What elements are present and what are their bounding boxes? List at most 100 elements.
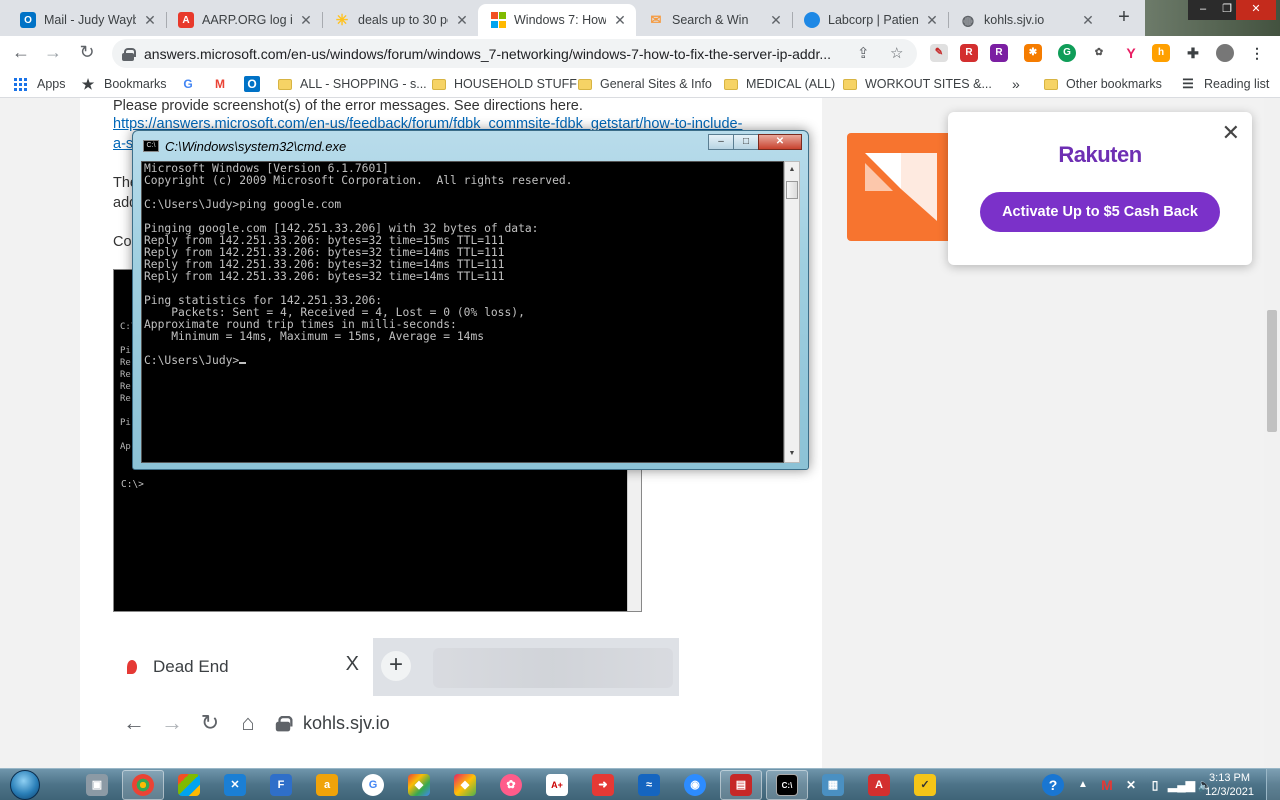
new-tab-button[interactable]: + (1110, 6, 1138, 30)
forward-icon: → (161, 710, 183, 735)
tray-expand-icon[interactable]: ▲ (1072, 774, 1094, 796)
cmd-icon: C:\ (143, 140, 159, 152)
app-diamond-icon[interactable]: ◆ (408, 774, 430, 796)
star-icon: ★ (81, 76, 95, 92)
extension-leaf-icon[interactable]: ✿ (1090, 44, 1108, 62)
tab-walmart[interactable]: ✳ deals up to 30 pe ✕ (322, 4, 478, 36)
reading-list[interactable]: ☰ Reading list (1180, 75, 1269, 93)
bookmark-folder-medical[interactable]: MEDICAL (ALL) (724, 75, 835, 93)
scroll-down-arrow-icon[interactable]: ▼ (785, 447, 799, 461)
reload-button[interactable]: ↻ (74, 41, 100, 65)
rakuten-extension-icon[interactable]: R (960, 44, 978, 62)
profile-avatar[interactable] (1216, 44, 1234, 62)
bookmark-google[interactable]: G (180, 75, 204, 93)
app-diamond2-icon[interactable]: ◆ (454, 774, 476, 796)
folder-icon (843, 78, 857, 90)
zoom-icon[interactable]: ◉ (684, 774, 706, 796)
show-desktop-button[interactable] (1266, 769, 1280, 800)
app-wave-icon[interactable]: ≈ (638, 774, 660, 796)
bookmarks-overflow[interactable]: » (1012, 75, 1020, 93)
app-briefcase-icon[interactable]: ▤ (730, 774, 752, 796)
extensions-puzzle-icon[interactable]: ✚ (1184, 44, 1202, 62)
grammarly-extension-icon[interactable]: G (1058, 44, 1076, 62)
walmart-icon: ✳ (335, 12, 349, 29)
acrobat-icon[interactable]: A (868, 774, 890, 796)
chrome-icon[interactable] (132, 774, 154, 796)
tab-search-win[interactable]: ✉ Search & Win ✕ (636, 4, 792, 36)
app-red-icon[interactable]: A+ (546, 774, 568, 796)
tab-labcorp[interactable]: Labcorp | Patient ✕ (792, 4, 948, 36)
remote-desktop-icon[interactable]: ▦ (822, 774, 844, 796)
console-line: Reply from 142.251.33.206: bytes=32 time… (144, 270, 505, 283)
cmd-titlebar[interactable]: C:\ C:\Windows\system32\cmd.exe (143, 137, 346, 155)
address-bar[interactable]: answers.microsoft.com/en-us/windows/foru… (112, 39, 917, 68)
console-output[interactable]: Microsoft Windows [Version 6.1.7601] Copy… (141, 161, 784, 463)
bookmark-folder-shopping[interactable]: ALL - SHOPPING - s... (278, 75, 427, 93)
close-icon[interactable]: ✕ (1080, 12, 1096, 29)
bookmark-folder-workout[interactable]: WORKOUT SITES &... (843, 75, 992, 93)
cmd-maximize-button[interactable]: □ (733, 134, 759, 150)
activate-cash-back-button[interactable]: Activate Up to $5 Cash Back (980, 192, 1220, 232)
network-signal-icon[interactable]: ▂▄▆ (1168, 774, 1195, 796)
bookmark-gmail[interactable]: M (212, 75, 236, 93)
close-window-button[interactable]: ✕ (1236, 0, 1276, 20)
tab-mail[interactable]: O Mail - Judy Wayb ✕ (8, 4, 166, 36)
close-icon[interactable]: ✕ (142, 12, 158, 29)
scrollbar-thumb[interactable] (1267, 310, 1277, 432)
cmd-taskbar-icon[interactable]: C:\ (776, 774, 798, 796)
amazon-icon[interactable]: a (316, 774, 338, 796)
tab-title: kohls.sjv.io (984, 13, 1045, 27)
tab-aarp[interactable]: A AARP.ORG log in ✕ (166, 4, 322, 36)
bookmark-apps[interactable]: Apps (14, 75, 66, 93)
close-icon[interactable]: ✕ (768, 12, 784, 29)
mcafee-icon[interactable]: M (1096, 774, 1118, 796)
forward-button[interactable]: → (40, 41, 66, 65)
rakuten-logo-icon (865, 153, 937, 221)
start-button[interactable] (6, 769, 46, 800)
hubspot-extension-icon[interactable]: ✱ (1024, 44, 1042, 62)
extension-y-icon[interactable]: Y (1122, 44, 1140, 62)
menu-dots-icon[interactable]: ⋮ (1248, 44, 1266, 62)
cmd-close-button[interactable]: ✕ (758, 134, 802, 150)
google-icon[interactable]: G (362, 774, 384, 796)
bookmark-star-icon[interactable]: ☆ (890, 44, 903, 62)
cmd-window[interactable]: C:\ C:\Windows\system32\cmd.exe – □ ✕ Mi… (132, 130, 809, 470)
app-pink-icon[interactable]: ✿ (500, 774, 522, 796)
embedded-address-bar: kohls.sjv.io (275, 705, 577, 741)
close-icon[interactable]: ✕ (612, 12, 628, 29)
usb-icon[interactable]: ▯ (1144, 774, 1166, 796)
close-icon[interactable]: ✕ (298, 12, 314, 29)
tab-title: Windows 7: How (514, 13, 606, 27)
app-arrow-icon[interactable]: ➜ (592, 774, 614, 796)
back-button[interactable]: ← (8, 41, 34, 65)
scroll-up-arrow-icon[interactable]: ▲ (785, 163, 799, 177)
tray-app-icon[interactable]: ✕ (1120, 774, 1142, 796)
show-desktop-icon[interactable]: ▣ (86, 774, 108, 796)
close-icon[interactable]: ✕ (454, 12, 470, 29)
cmd-scrollbar[interactable]: ▲ ▼ (784, 161, 800, 463)
close-icon[interactable]: ✕ (924, 12, 940, 29)
system-clock[interactable]: 3:13 PM 12/3/2021 (1205, 771, 1254, 799)
tab-kohls[interactable]: ◍ kohls.sjv.io ✕ (948, 4, 1104, 36)
rakuten-logo: Rakuten (1058, 142, 1142, 167)
app-x-icon[interactable]: ✕ (224, 774, 246, 796)
app-f-icon[interactable]: F (270, 774, 292, 796)
app-check-icon[interactable]: ✓ (914, 774, 936, 796)
page-scrollbar[interactable] (1264, 98, 1280, 768)
extension-r-icon[interactable]: R (990, 44, 1008, 62)
scrollbar-thumb[interactable] (786, 181, 798, 199)
globe-icon: ◍ (961, 11, 975, 28)
bookmark-other[interactable]: Other bookmarks (1044, 75, 1162, 93)
share-icon[interactable]: ⇪ (857, 44, 870, 62)
bookmark-bookmarks[interactable]: ★ Bookmarks (80, 75, 167, 93)
bookmark-folder-household[interactable]: HOUSEHOLD STUFF (432, 75, 577, 93)
tab-windows7[interactable]: Windows 7: How ✕ (478, 4, 636, 36)
honey-extension-icon[interactable]: h (1152, 44, 1170, 62)
extension-icon[interactable]: ✎ (930, 44, 948, 62)
bookmark-outlook[interactable]: O (244, 75, 268, 93)
bookmark-folder-general[interactable]: General Sites & Info (578, 75, 712, 93)
help-icon[interactable]: ? (1042, 774, 1064, 796)
bookmarks-bar: Apps ★ Bookmarks G M O ALL - SHOPPING - … (0, 70, 1280, 98)
microsoft-store-icon[interactable] (178, 774, 200, 796)
cmd-minimize-button[interactable]: – (708, 134, 734, 150)
